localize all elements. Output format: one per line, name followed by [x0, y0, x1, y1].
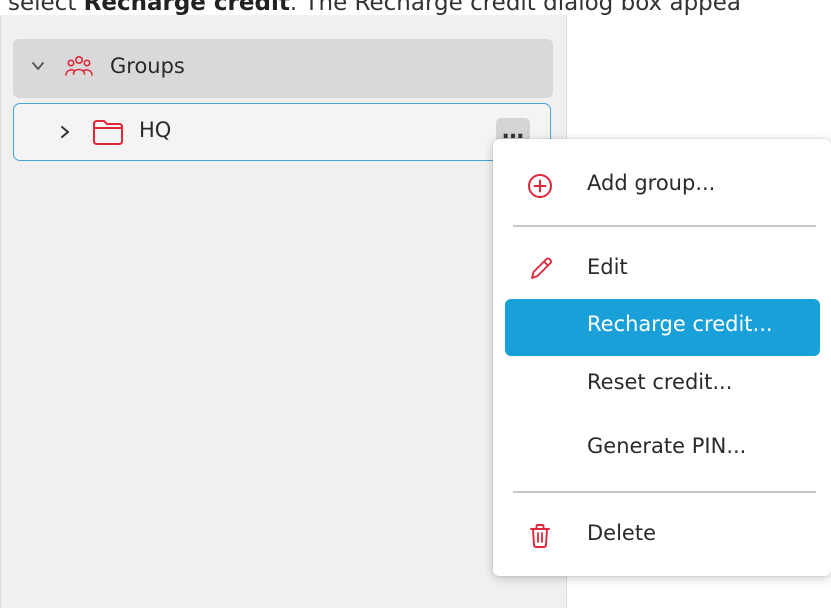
menu-item-add-group[interactable]: Add group...: [505, 158, 820, 215]
tree-item-label: Groups: [110, 54, 185, 78]
menu-item-label: Recharge credit...: [587, 312, 773, 336]
menu-item-label: Edit: [587, 255, 628, 279]
folder-icon: [93, 120, 123, 145]
tree-item-groups[interactable]: Groups: [13, 39, 553, 98]
menu-item-label: Reset credit...: [587, 370, 733, 394]
menu-divider: [513, 225, 816, 227]
menu-item-delete[interactable]: Delete: [505, 508, 820, 565]
caption-text-before: select: [8, 0, 84, 16]
groups-tree-panel: Groups HQ …: [0, 15, 567, 608]
caption-bold-term: Recharge credit: [83, 0, 290, 16]
chevron-right-icon[interactable]: [57, 123, 73, 141]
trash-icon: [530, 524, 550, 548]
tree-item-label: HQ: [139, 118, 172, 142]
screenshot-stage: select Recharge credit. The Recharge cre…: [0, 0, 831, 608]
menu-item-recharge-credit[interactable]: Recharge credit...: [505, 299, 820, 356]
menu-item-label: Generate PIN...: [587, 434, 747, 458]
chevron-down-icon[interactable]: [29, 57, 47, 75]
instruction-caption: select Recharge credit. The Recharge cre…: [8, 0, 741, 16]
tree-item-hq[interactable]: HQ …: [13, 103, 551, 161]
add-circle-icon: [528, 174, 552, 198]
menu-divider: [513, 491, 816, 493]
menu-item-generate-pin[interactable]: Generate PIN...: [505, 421, 820, 478]
caption-text-after: . The Recharge credit dialog box appea: [289, 0, 742, 16]
pencil-icon: [531, 257, 552, 279]
menu-item-reset-credit[interactable]: Reset credit...: [505, 357, 820, 414]
people-group-icon: [65, 55, 93, 76]
menu-item-label: Delete: [587, 521, 656, 545]
menu-item-label: Add group...: [587, 171, 716, 195]
menu-item-edit[interactable]: Edit: [505, 242, 820, 299]
context-menu: Add group... Edit Recharge credit... Res…: [493, 139, 831, 576]
